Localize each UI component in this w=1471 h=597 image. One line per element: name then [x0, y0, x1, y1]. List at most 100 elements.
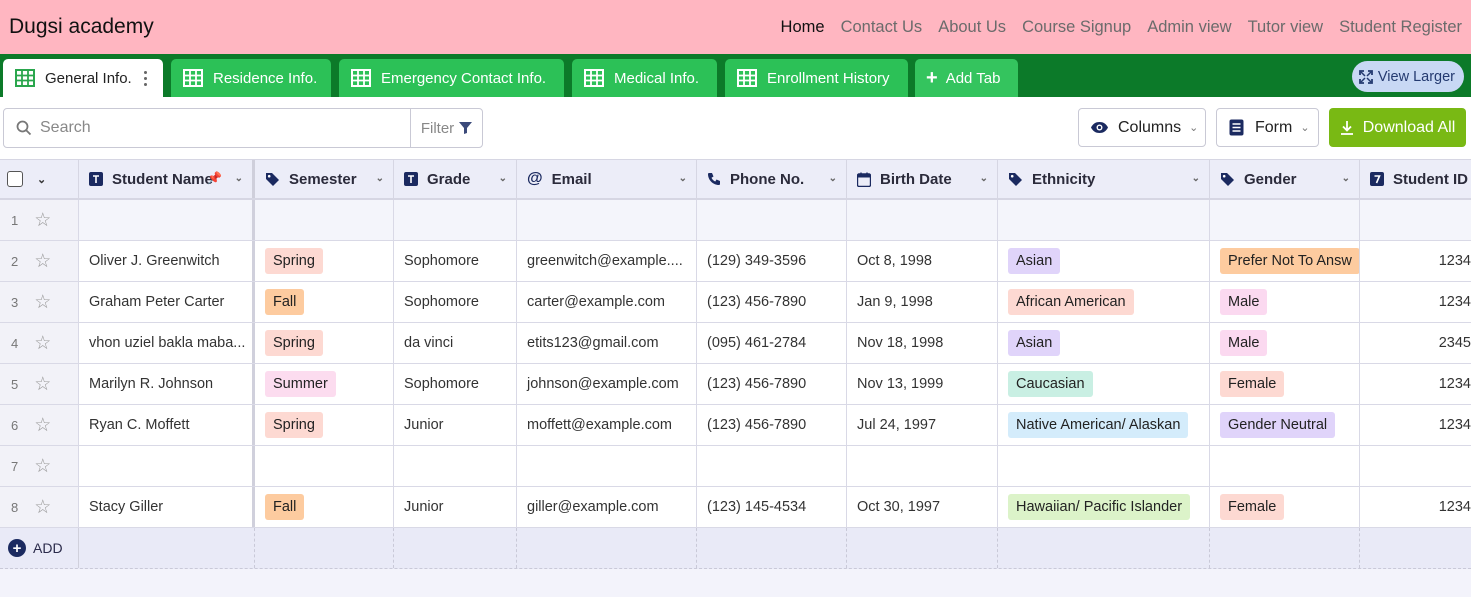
- table-row[interactable]: 5 ☆ Marilyn R. Johnson Summer Sophomore johns…: [0, 364, 1471, 405]
- cell-email[interactable]: etits123@gmail.com: [517, 323, 697, 363]
- select-all-checkbox[interactable]: [7, 171, 23, 187]
- cell-gender[interactable]: [1210, 446, 1360, 486]
- cell-name[interactable]: Ryan C. Moffett: [79, 405, 255, 445]
- brand-title[interactable]: Dugsi academy: [9, 15, 154, 39]
- cell-email[interactable]: johnson@example.com: [517, 364, 697, 404]
- cell-phone[interactable]: (123) 145-4534: [697, 487, 847, 527]
- cell-id[interactable]: 2345: [1360, 323, 1471, 363]
- cell-id[interactable]: [1360, 200, 1471, 240]
- cell-id[interactable]: 1234: [1360, 282, 1471, 322]
- add-row-button[interactable]: + ADD: [0, 528, 79, 568]
- tab-enrollment-history[interactable]: Enrollment History: [725, 59, 908, 97]
- cell-name[interactable]: Oliver J. Greenwitch: [79, 241, 255, 281]
- nav-about-us[interactable]: About Us: [938, 18, 1006, 37]
- row-index-cell[interactable]: 8 ☆: [0, 487, 79, 527]
- cell-ethnicity[interactable]: Native American/ Alaskan: [998, 405, 1210, 445]
- cell-name[interactable]: Graham Peter Carter: [79, 282, 255, 322]
- row-index-cell[interactable]: 4 ☆: [0, 323, 79, 363]
- chevron-down-icon[interactable]: ⌄: [376, 173, 384, 184]
- cell-id[interactable]: 1234: [1360, 487, 1471, 527]
- cell-ethnicity[interactable]: [998, 200, 1210, 240]
- cell-id[interactable]: 1234: [1360, 405, 1471, 445]
- cell-birth[interactable]: Jul 24, 1997: [847, 405, 998, 445]
- column-header-ethnicity[interactable]: Ethnicity ⌄: [998, 160, 1210, 198]
- column-header-birth-date[interactable]: Birth Date ⌄: [847, 160, 998, 198]
- row-index-cell[interactable]: 3 ☆: [0, 282, 79, 322]
- search-input[interactable]: [40, 119, 410, 137]
- cell-semester[interactable]: Spring: [255, 405, 394, 445]
- chevron-down-icon[interactable]: ⌄: [679, 173, 687, 184]
- add-tab-button[interactable]: + Add Tab: [915, 59, 1018, 97]
- cell-birth[interactable]: [847, 446, 998, 486]
- download-all-button[interactable]: Download All: [1329, 108, 1466, 147]
- cell-semester[interactable]: Spring: [255, 323, 394, 363]
- cell-birth[interactable]: Oct 30, 1997: [847, 487, 998, 527]
- chevron-down-icon[interactable]: ⌄: [235, 173, 243, 184]
- cell-id[interactable]: [1360, 446, 1471, 486]
- chevron-down-icon[interactable]: ⌄: [37, 173, 46, 186]
- cell-grade[interactable]: [394, 200, 517, 240]
- chevron-down-icon[interactable]: ⌄: [829, 173, 837, 184]
- tab-general-info[interactable]: General Info.: [3, 59, 163, 97]
- column-header-email[interactable]: @ Email ⌄: [517, 160, 697, 198]
- row-index-cell[interactable]: 7 ☆: [0, 446, 79, 486]
- cell-phone[interactable]: [697, 200, 847, 240]
- cell-email[interactable]: giller@example.com: [517, 487, 697, 527]
- more-options-icon[interactable]: [143, 70, 147, 86]
- cell-semester[interactable]: Spring: [255, 241, 394, 281]
- cell-phone[interactable]: (095) 461-2784: [697, 323, 847, 363]
- chevron-down-icon[interactable]: ⌄: [980, 173, 988, 184]
- table-row[interactable]: 6 ☆ Ryan C. Moffett Spring Junior moffett@exa…: [0, 405, 1471, 446]
- table-row[interactable]: 4 ☆ vhon uziel bakla maba... Spring da vinci…: [0, 323, 1471, 364]
- cell-grade[interactable]: Sophomore: [394, 241, 517, 281]
- star-icon[interactable]: ☆: [34, 455, 51, 478]
- cell-semester[interactable]: Fall: [255, 282, 394, 322]
- cell-birth[interactable]: Oct 8, 1998: [847, 241, 998, 281]
- cell-birth[interactable]: [847, 200, 998, 240]
- cell-email[interactable]: carter@example.com: [517, 282, 697, 322]
- nav-home[interactable]: Home: [781, 18, 825, 37]
- column-header-student-id[interactable]: Student ID: [1360, 160, 1471, 198]
- column-header-grade[interactable]: Grade ⌄: [394, 160, 517, 198]
- cell-email[interactable]: [517, 446, 697, 486]
- cell-name[interactable]: Marilyn R. Johnson: [79, 364, 255, 404]
- tab-residence-info[interactable]: Residence Info.: [171, 59, 331, 97]
- cell-semester[interactable]: Fall: [255, 487, 394, 527]
- row-index-cell[interactable]: 5 ☆: [0, 364, 79, 404]
- cell-gender[interactable]: Male: [1210, 323, 1360, 363]
- chevron-down-icon[interactable]: ⌄: [1342, 173, 1350, 184]
- form-button[interactable]: Form ⌄: [1216, 108, 1319, 147]
- cell-semester[interactable]: Summer: [255, 364, 394, 404]
- table-row[interactable]: 8 ☆ Stacy Giller Fall Junior giller@example.c…: [0, 487, 1471, 528]
- cell-grade[interactable]: Sophomore: [394, 282, 517, 322]
- star-icon[interactable]: ☆: [34, 209, 51, 232]
- chevron-down-icon[interactable]: ⌄: [1192, 173, 1200, 184]
- cell-gender[interactable]: Female: [1210, 364, 1360, 404]
- cell-ethnicity[interactable]: African American: [998, 282, 1210, 322]
- cell-grade[interactable]: da vinci: [394, 323, 517, 363]
- cell-gender[interactable]: Gender Neutral: [1210, 405, 1360, 445]
- cell-birth[interactable]: Nov 13, 1999: [847, 364, 998, 404]
- cell-ethnicity[interactable]: Asian: [998, 241, 1210, 281]
- cell-email[interactable]: greenwitch@example....: [517, 241, 697, 281]
- star-icon[interactable]: ☆: [34, 373, 51, 396]
- column-header-semester[interactable]: Semester ⌄: [255, 160, 394, 198]
- cell-phone[interactable]: (123) 456-7890: [697, 282, 847, 322]
- column-header-student-name[interactable]: Student Name 📌 ⌄: [79, 160, 255, 198]
- cell-semester[interactable]: [255, 200, 394, 240]
- table-row[interactable]: 1 ☆: [0, 200, 1471, 241]
- cell-birth[interactable]: Jan 9, 1998: [847, 282, 998, 322]
- row-index-cell[interactable]: 2 ☆: [0, 241, 79, 281]
- cell-grade[interactable]: Sophomore: [394, 364, 517, 404]
- table-row[interactable]: 3 ☆ Graham Peter Carter Fall Sophomore carter…: [0, 282, 1471, 323]
- column-header-phone[interactable]: Phone No. ⌄: [697, 160, 847, 198]
- row-index-cell[interactable]: 6 ☆: [0, 405, 79, 445]
- cell-ethnicity[interactable]: [998, 446, 1210, 486]
- table-row[interactable]: 2 ☆ Oliver J. Greenwitch Spring Sophomore gre…: [0, 241, 1471, 282]
- cell-birth[interactable]: Nov 18, 1998: [847, 323, 998, 363]
- cell-id[interactable]: 1234: [1360, 364, 1471, 404]
- cell-ethnicity[interactable]: Asian: [998, 323, 1210, 363]
- star-icon[interactable]: ☆: [34, 332, 51, 355]
- nav-admin-view[interactable]: Admin view: [1147, 18, 1231, 37]
- nav-tutor-view[interactable]: Tutor view: [1248, 18, 1324, 37]
